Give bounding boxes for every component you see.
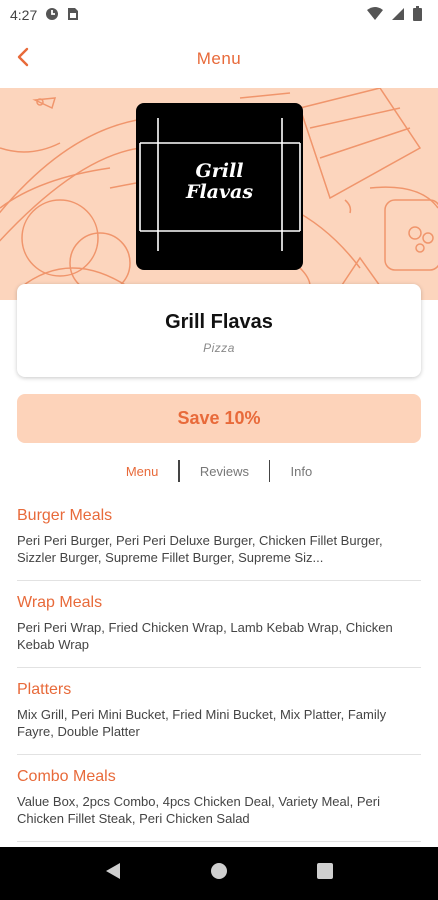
restaurant-logo: Grill Flavas: [136, 103, 303, 270]
tab-reviews[interactable]: Reviews: [180, 464, 269, 479]
signal-icon: [391, 7, 405, 24]
back-button[interactable]: [8, 44, 38, 74]
menu-category-title: Wrap Meals: [17, 594, 103, 611]
chevron-left-icon: [15, 47, 31, 72]
tab-info[interactable]: Info: [270, 464, 332, 479]
menu-category-description: Mix Grill, Peri Mini Bucket, Fried Mini …: [17, 707, 387, 739]
sim-card-icon: [67, 7, 79, 24]
app-bar: Menu: [0, 30, 438, 88]
menu-category-list: Burger Meals Peri Peri Burger, Peri Peri…: [0, 494, 438, 842]
save-discount-button[interactable]: Save 10%: [17, 394, 421, 443]
wifi-icon: [367, 6, 383, 24]
menu-category-description: Peri Peri Burger, Peri Peri Deluxe Burge…: [17, 533, 383, 565]
menu-category-description: Value Box, 2pcs Combo, 4pcs Chicken Deal…: [17, 794, 380, 826]
logo-wordmark: Grill Flavas: [136, 161, 303, 203]
nav-home-button[interactable]: [199, 854, 239, 894]
logo-line-1: Grill: [195, 160, 244, 182]
tab-menu[interactable]: Menu: [106, 464, 179, 479]
home-circle-icon: [210, 862, 228, 885]
nav-recents-button[interactable]: [305, 854, 345, 894]
system-navigation-bar: [0, 847, 438, 900]
logo-line-2: Flavas: [185, 181, 254, 203]
restaurant-cuisine: Pizza: [203, 341, 235, 355]
battery-icon: [413, 6, 422, 24]
menu-category-title: Platters: [17, 681, 72, 698]
status-left: 4:27: [10, 7, 79, 24]
back-triangle-icon: [105, 862, 121, 885]
recents-square-icon: [317, 863, 333, 884]
menu-category-combo-meals[interactable]: Combo Meals Value Box, 2pcs Combo, 4pcs …: [17, 755, 421, 842]
menu-category-title: Combo Meals: [17, 768, 116, 785]
data-saver-icon: [45, 7, 59, 24]
menu-category-title: Burger Meals: [17, 507, 113, 524]
nav-back-button[interactable]: [93, 854, 133, 894]
menu-category-platters[interactable]: Platters Mix Grill, Peri Mini Bucket, Fr…: [17, 668, 421, 755]
restaurant-name: Grill Flavas: [165, 311, 273, 333]
status-time: 4:27: [10, 7, 38, 23]
menu-category-burger-meals[interactable]: Burger Meals Peri Peri Burger, Peri Peri…: [17, 494, 421, 581]
menu-category-description: Peri Peri Wrap, Fried Chicken Wrap, Lamb…: [17, 620, 393, 652]
menu-category-wrap-meals[interactable]: Wrap Meals Peri Peri Wrap, Fried Chicken…: [17, 581, 421, 668]
tab-bar: Menu Reviews Info: [0, 458, 438, 484]
page-title: Menu: [196, 49, 242, 68]
status-bar: 4:27: [0, 0, 438, 30]
restaurant-info-card: Grill Flavas Pizza: [17, 284, 421, 377]
status-right: [367, 6, 422, 24]
